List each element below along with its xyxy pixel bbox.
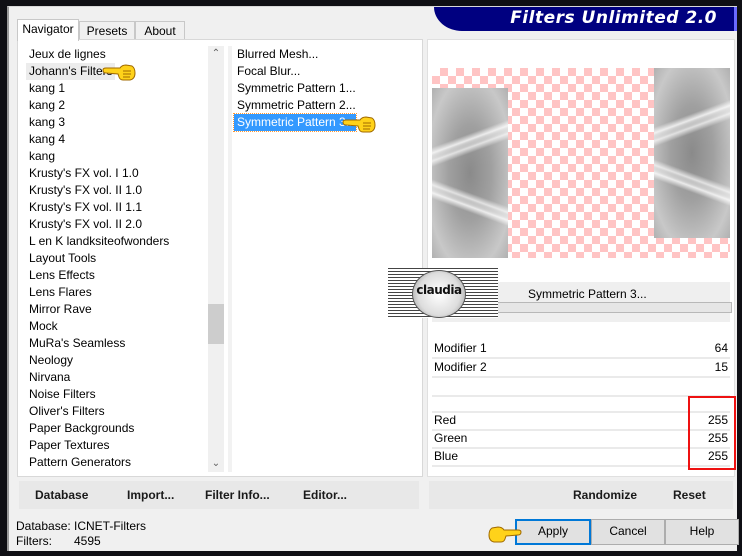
category-item[interactable]: L en K landksiteofwonders (26, 233, 206, 250)
category-item[interactable]: Mock (26, 318, 206, 335)
tab-presets[interactable]: Presets (79, 21, 135, 40)
annotation-highlight-box (688, 396, 736, 470)
empty-param-row (432, 394, 730, 413)
pointing-hand-icon (488, 526, 522, 543)
database-label: Database: (16, 519, 71, 533)
filter-item-selected[interactable]: Symmetric Pattern 3... (233, 113, 357, 132)
category-scrollbar[interactable]: ⌃ ⌄ (208, 46, 224, 472)
list-separator (228, 46, 232, 472)
category-item[interactable]: kang 1 (26, 80, 206, 97)
param-value: 15 (714, 360, 728, 374)
database-button[interactable]: Database (35, 481, 88, 509)
category-item[interactable]: MuRa's Seamless (26, 335, 206, 352)
filters-label: Filters: (16, 534, 52, 548)
watermark-logo: claudia (388, 268, 498, 318)
navigator-button-bar: Database Import... Filter Info... Editor… (19, 481, 419, 509)
param-slider-red[interactable]: Red 255 (432, 412, 730, 431)
help-button[interactable]: Help (665, 519, 739, 545)
filter-list[interactable]: Blurred Mesh... Focal Blur... Symmetric … (233, 46, 414, 132)
param-label: Blue (434, 449, 459, 463)
reset-button[interactable]: Reset (673, 481, 706, 509)
category-list[interactable]: Jeux de lignes Johann's Filters kang 1 k… (26, 46, 206, 471)
category-item[interactable]: Jeux de lignes (26, 46, 206, 63)
apply-button[interactable]: Apply (515, 519, 591, 545)
tab-about[interactable]: About (135, 21, 185, 40)
filters-count: 4595 (74, 534, 101, 548)
filter-name-label: Symmetric Pattern 3... (528, 287, 647, 301)
status-info: Database: ICNET-Filters Filters: 4595 (16, 519, 146, 549)
category-item[interactable]: Krusty's FX vol. II 1.1 (26, 199, 206, 216)
cancel-button[interactable]: Cancel (591, 519, 665, 545)
import-button[interactable]: Import... (127, 481, 174, 509)
category-item[interactable]: kang 4 (26, 131, 206, 148)
filter-item[interactable]: Symmetric Pattern 2... (234, 97, 356, 114)
param-slider-green[interactable]: Green 255 (432, 430, 730, 449)
filter-item[interactable]: Focal Blur... (234, 63, 300, 80)
category-item[interactable]: Paper Textures (26, 437, 206, 454)
filters-unlimited-dialog: Filters Unlimited 2.0 Navigator Presets … (7, 6, 739, 551)
category-item[interactable]: Paper Backgrounds (26, 420, 206, 437)
pointing-hand-icon (342, 116, 376, 133)
randomize-button[interactable]: Randomize (573, 481, 637, 509)
app-title: Filters Unlimited 2.0 (510, 8, 717, 28)
watermark-globe: claudia (412, 270, 466, 318)
category-item[interactable]: Neology (26, 352, 206, 369)
param-label: Modifier 1 (434, 341, 487, 355)
preview-pattern-right (654, 68, 730, 238)
param-slider-modifier-2[interactable]: Modifier 2 15 (432, 359, 730, 378)
banner-edge (734, 7, 737, 31)
category-item[interactable]: Oliver's Filters (26, 403, 206, 420)
param-label: Modifier 2 (434, 360, 487, 374)
filter-item[interactable]: Blurred Mesh... (234, 46, 318, 63)
param-value: 64 (714, 341, 728, 355)
category-item[interactable]: Layout Tools (26, 250, 206, 267)
category-item[interactable]: Lens Flares (26, 284, 206, 301)
param-label: Green (434, 431, 468, 445)
scrollbar-thumb[interactable] (208, 304, 224, 344)
filter-info-button[interactable]: Filter Info... (205, 481, 270, 509)
param-label: Red (434, 413, 457, 427)
category-item[interactable]: Noise Filters (26, 386, 206, 403)
category-item[interactable]: Pattern Generators (26, 454, 206, 471)
navigator-panel: Jeux de lignes Johann's Filters kang 1 k… (17, 39, 423, 477)
pointing-hand-icon (102, 64, 136, 81)
category-item[interactable]: Krusty's FX vol. I 1.0 (26, 165, 206, 182)
param-slider-modifier-1[interactable]: Modifier 1 64 (432, 340, 730, 359)
category-item[interactable]: kang 2 (26, 97, 206, 114)
database-value: ICNET-Filters (74, 519, 146, 533)
tab-navigator[interactable]: Navigator (17, 19, 79, 41)
category-item[interactable]: Lens Effects (26, 267, 206, 284)
preview-button-bar: Randomize Reset (429, 481, 733, 509)
category-item[interactable]: kang (26, 148, 206, 165)
scroll-down-icon[interactable]: ⌄ (208, 456, 224, 472)
param-slider-blue[interactable]: Blue 255 (432, 448, 730, 467)
editor-button[interactable]: Editor... (303, 481, 347, 509)
category-item[interactable]: Krusty's FX vol. II 2.0 (26, 216, 206, 233)
category-item[interactable]: Nirvana (26, 369, 206, 386)
filter-item[interactable]: Symmetric Pattern 1... (234, 80, 356, 97)
preview-pattern-left (432, 88, 508, 258)
category-item[interactable]: Krusty's FX vol. II 1.0 (26, 182, 206, 199)
category-item[interactable]: Mirror Rave (26, 301, 206, 318)
category-item[interactable]: kang 3 (26, 114, 206, 131)
watermark-text: claudia (416, 283, 462, 297)
title-banner: Filters Unlimited 2.0 (434, 7, 737, 31)
scroll-up-icon[interactable]: ⌃ (208, 46, 224, 62)
